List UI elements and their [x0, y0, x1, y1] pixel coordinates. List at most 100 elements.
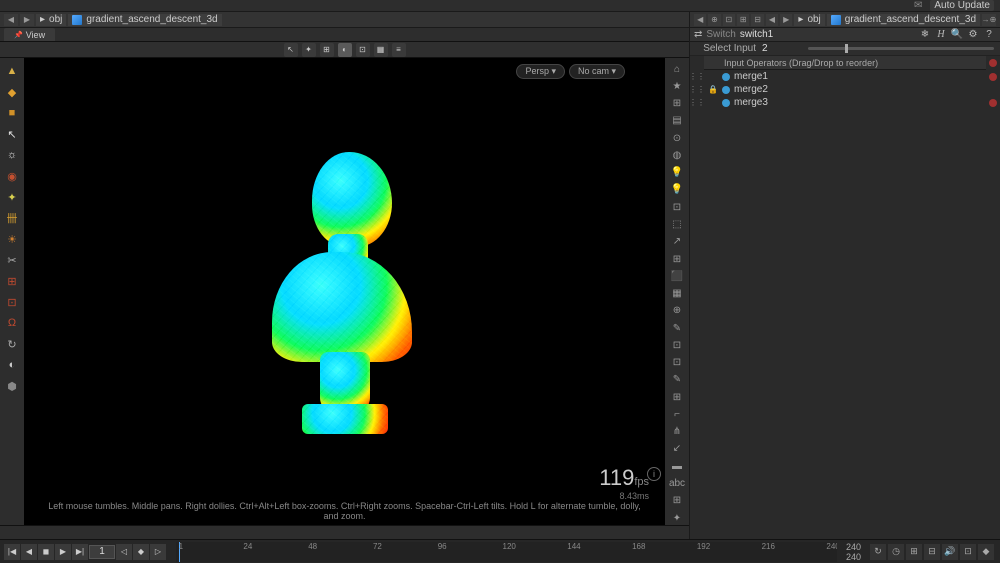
tl-tool-audio[interactable]: 🔊: [942, 544, 958, 560]
param-value-field[interactable]: 2: [762, 43, 802, 54]
param-slider[interactable]: [808, 47, 994, 50]
shelf-tool-2[interactable]: ■: [3, 104, 21, 122]
params-crumb-file[interactable]: gradient_ascend_descent_3d: [827, 14, 980, 26]
row-handle-icon[interactable]: ⋮⋮: [690, 70, 704, 83]
current-frame-field[interactable]: 1: [89, 545, 115, 559]
key-prev-button[interactable]: ◁: [116, 544, 132, 560]
tool-freeze-icon[interactable]: ❄: [918, 29, 932, 41]
tl-tool-b[interactable]: ⊟: [924, 544, 940, 560]
input-row-merge2[interactable]: 🔒merge2: [704, 83, 986, 96]
3d-viewport[interactable]: Persp ▾ No cam ▾ 119fps 8.43ms i: [24, 58, 665, 525]
tl-tool-a[interactable]: ⊞: [906, 544, 922, 560]
tab-view[interactable]: 📌 View: [4, 28, 55, 41]
notifications-icon[interactable]: ✉: [914, 0, 922, 11]
goto-start-button[interactable]: |◀: [4, 544, 20, 560]
params-nav-a[interactable]: ⊞: [737, 14, 749, 26]
display-opt-17[interactable]: ⊡: [668, 356, 686, 370]
display-opt-0[interactable]: ⌂: [668, 62, 686, 76]
display-opt-7[interactable]: 💡: [668, 183, 686, 197]
tool-region[interactable]: ✦: [302, 43, 316, 57]
shelf-tool-5[interactable]: ◉: [3, 167, 21, 185]
key-next-button[interactable]: ▷: [150, 544, 166, 560]
params-nav-back2[interactable]: ◀: [766, 14, 778, 26]
display-opt-8[interactable]: ⊡: [668, 200, 686, 214]
tool-layout[interactable]: ⊞: [320, 43, 334, 57]
params-nav-find[interactable]: ⊡: [723, 14, 735, 26]
display-opt-18[interactable]: ✎: [668, 373, 686, 387]
shelf-tool-12[interactable]: Ω: [3, 314, 21, 332]
tl-tool-loop[interactable]: ↻: [870, 544, 886, 560]
display-opt-15[interactable]: ✎: [668, 321, 686, 335]
range-end-top[interactable]: 240: [846, 542, 861, 552]
row-handle-icon[interactable]: ⋮⋮: [690, 96, 704, 109]
display-opt-14[interactable]: ⊕: [668, 304, 686, 318]
tool-snap[interactable]: ⊡: [356, 43, 370, 57]
display-opt-2[interactable]: ⊞: [668, 97, 686, 111]
breadcrumb-file[interactable]: gradient_ascend_descent_3d: [68, 14, 221, 26]
params-nav-fwd2[interactable]: ▶: [780, 14, 792, 26]
shelf-tool-0[interactable]: ▲: [3, 62, 21, 80]
shelf-tool-15[interactable]: ⬢: [3, 377, 21, 395]
node-name-field[interactable]: switch1: [740, 29, 773, 40]
display-opt-5[interactable]: ◍: [668, 148, 686, 162]
tool-help-icon[interactable]: ?: [982, 29, 996, 41]
shelf-tool-13[interactable]: ↻: [3, 335, 21, 353]
display-opt-6[interactable]: 💡: [668, 166, 686, 180]
display-opt-3[interactable]: ▤: [668, 114, 686, 128]
play-fwd-button[interactable]: ▶: [55, 544, 71, 560]
range-end-bottom[interactable]: 240: [846, 552, 861, 562]
shelf-tool-6[interactable]: ✦: [3, 188, 21, 206]
tl-tool-key[interactable]: ◆: [978, 544, 994, 560]
tool-gear-icon[interactable]: ⚙: [966, 29, 980, 41]
tool-search-icon[interactable]: 🔍: [950, 29, 964, 41]
play-back-button[interactable]: ◼: [38, 544, 54, 560]
display-opt-21[interactable]: ⋔: [668, 425, 686, 439]
shelf-tool-8[interactable]: ☀: [3, 230, 21, 248]
tool-help-h-icon[interactable]: H: [934, 29, 948, 41]
camera-select-dropdown[interactable]: No cam ▾: [569, 64, 625, 79]
display-opt-12[interactable]: ⬛: [668, 269, 686, 283]
input-row-merge3[interactable]: merge3: [704, 96, 986, 109]
tl-tool-realtime[interactable]: ◷: [888, 544, 904, 560]
display-opt-11[interactable]: ⊞: [668, 252, 686, 266]
display-opt-13[interactable]: ▦: [668, 286, 686, 300]
tool-menu[interactable]: ≡: [392, 43, 406, 57]
params-nav-pin[interactable]: ⊕: [708, 14, 720, 26]
tool-select[interactable]: ↖: [284, 43, 298, 57]
shelf-tool-11[interactable]: ⊡: [3, 293, 21, 311]
tool-grid[interactable]: ▦: [374, 43, 388, 57]
nav-back-button[interactable]: ◀: [4, 14, 18, 26]
display-opt-1[interactable]: ★: [668, 79, 686, 93]
display-opt-25[interactable]: ⊞: [668, 494, 686, 508]
step-back-button[interactable]: ◀: [21, 544, 37, 560]
display-opt-9[interactable]: ⬚: [668, 217, 686, 231]
params-crumb-obj[interactable]: ▸ obj: [794, 14, 824, 26]
auto-update-toggle[interactable]: Auto Update: [930, 0, 994, 11]
nav-fwd-button[interactable]: ▶: [20, 14, 34, 26]
params-nav-b[interactable]: ⊟: [751, 14, 763, 26]
params-nav-dock[interactable]: →⊕: [982, 14, 996, 26]
shelf-tool-1[interactable]: ◆: [3, 83, 21, 101]
timeline-ruler[interactable]: 124487296120144168192216240: [176, 542, 837, 562]
display-opt-26[interactable]: ✦: [668, 511, 686, 525]
row-handle-icon[interactable]: ⋮⋮: [690, 83, 704, 96]
display-opt-24[interactable]: abc: [668, 476, 686, 490]
tool-shading[interactable]: ◐: [338, 43, 352, 57]
display-opt-22[interactable]: ↙: [668, 442, 686, 456]
info-icon[interactable]: i: [647, 467, 661, 481]
display-opt-10[interactable]: ↗: [668, 235, 686, 249]
key-set-button[interactable]: ◆: [133, 544, 149, 560]
display-opt-16[interactable]: ⊡: [668, 338, 686, 352]
shelf-tool-10[interactable]: ⊞: [3, 272, 21, 290]
display-opt-19[interactable]: ⊞: [668, 390, 686, 404]
shelf-tool-4[interactable]: ☼: [3, 146, 21, 164]
step-fwd-button[interactable]: ▶|: [72, 544, 88, 560]
tl-tool-c[interactable]: ⊡: [960, 544, 976, 560]
params-nav-back[interactable]: ◀: [694, 14, 706, 26]
shelf-tool-9[interactable]: ✂: [3, 251, 21, 269]
input-row-merge1[interactable]: merge1: [704, 70, 986, 83]
camera-persp-dropdown[interactable]: Persp ▾: [516, 64, 565, 79]
shelf-tool-7[interactable]: 卌: [3, 209, 21, 227]
shelf-tool-14[interactable]: ◐: [3, 356, 21, 374]
shelf-tool-3[interactable]: ↖: [3, 125, 21, 143]
